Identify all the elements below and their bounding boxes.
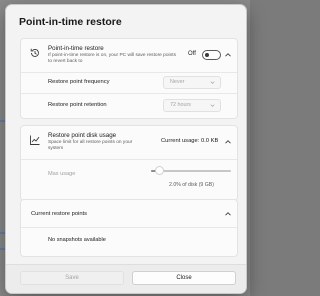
disk-usage-title: Restore point disk usage xyxy=(48,132,117,139)
restore-settings-card: Point-in-time restore If point-in-time r… xyxy=(20,38,238,119)
frequency-label: Restore point frequency xyxy=(48,79,110,85)
disk-usage-card: Restore point disk usage Space limit for… xyxy=(20,125,238,201)
restore-section-description: If point-in-time restore is on, your PC … xyxy=(48,53,176,64)
restore-toggle-state: Off xyxy=(188,51,196,57)
current-usage-value: Current usage: 0.0 KB xyxy=(161,138,219,144)
divider xyxy=(21,159,237,160)
dialog-title: Point-in-time restore xyxy=(19,16,122,28)
restore-points-title: Current restore points xyxy=(31,211,88,217)
frequency-value: Never xyxy=(170,79,185,85)
no-snapshots-text: No snapshots available xyxy=(48,237,106,243)
restore-history-icon xyxy=(30,48,39,57)
restore-toggle[interactable] xyxy=(202,50,221,60)
save-button[interactable]: Save xyxy=(20,271,124,285)
chevron-up-icon[interactable] xyxy=(223,137,233,147)
chevron-down-icon xyxy=(210,104,215,107)
divider xyxy=(21,227,237,228)
divider xyxy=(21,93,237,94)
divider xyxy=(21,72,237,73)
slider-caption: 2.0% of disk (9 GB) xyxy=(169,182,214,188)
dialog-footer: Save Close xyxy=(6,264,246,293)
chevron-up-icon[interactable] xyxy=(223,50,233,60)
restore-section-title: Point-in-time restore xyxy=(48,45,104,52)
retention-select[interactable]: 72 hours xyxy=(163,99,221,112)
retention-label: Restore point retention xyxy=(48,102,107,108)
slider-thumb[interactable] xyxy=(155,166,164,175)
toggle-knob xyxy=(205,53,209,57)
disk-usage-description: Space limit for all restore points on yo… xyxy=(48,140,133,151)
frequency-select[interactable]: Never xyxy=(163,76,221,89)
retention-value: 72 hours xyxy=(170,102,191,108)
max-usage-label: Max usage xyxy=(48,171,76,177)
usage-chart-icon xyxy=(30,135,40,145)
point-in-time-restore-dialog: Point-in-time restore Point-in-time rest… xyxy=(5,4,247,294)
chevron-down-icon xyxy=(210,81,215,84)
chevron-up-icon[interactable] xyxy=(223,209,233,219)
restore-points-card: Current restore points No snapshots avai… xyxy=(20,199,238,257)
close-button[interactable]: Close xyxy=(132,271,236,285)
